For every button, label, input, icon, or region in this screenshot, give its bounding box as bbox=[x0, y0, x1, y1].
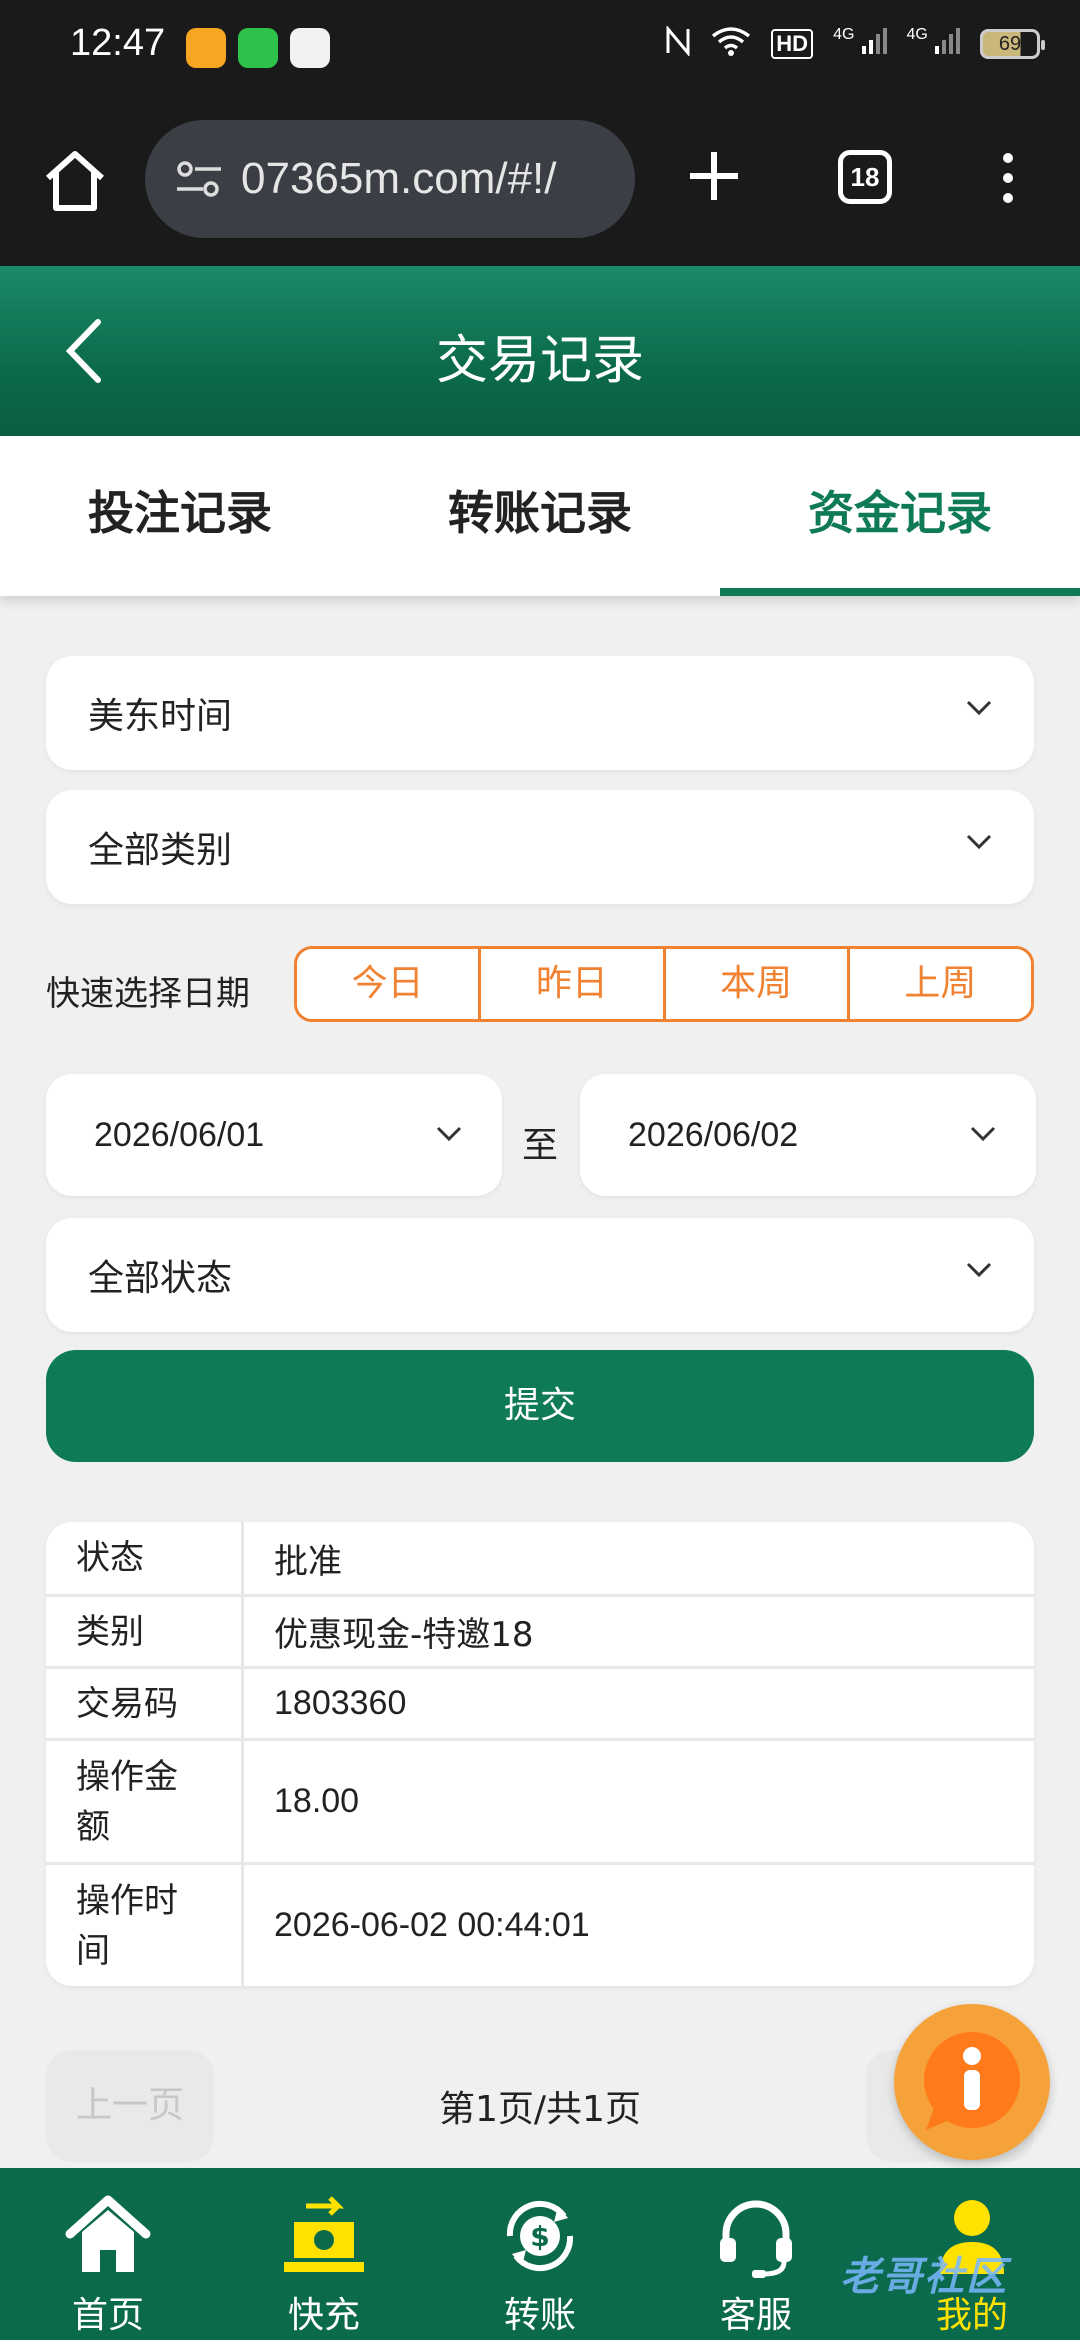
nav-customer-service-label: 客服 bbox=[719, 2295, 792, 2336]
record-value-amount: 18.00 bbox=[274, 1782, 360, 1820]
chevron-down-icon bbox=[966, 1262, 992, 1278]
status-select[interactable]: 全部状态 bbox=[46, 1218, 1034, 1332]
date-from-select[interactable]: 2026/06/01 bbox=[46, 1074, 502, 1196]
page-title: 交易记录 bbox=[435, 331, 644, 391]
tab-switcher-button[interactable]: 18 bbox=[838, 150, 892, 204]
record-value-time: 2026-06-02 00:44:01 bbox=[274, 1906, 590, 1944]
date-to-select[interactable]: 2026/06/02 bbox=[580, 1074, 1036, 1196]
status-value: 全部状态 bbox=[88, 1258, 233, 1299]
table-row: 类别 优惠现金-特邀18 bbox=[46, 1594, 1034, 1666]
record-value-status: 批准 bbox=[274, 1541, 342, 1582]
record-value-category: 优惠现金-特邀18 bbox=[274, 1615, 534, 1655]
table-row: 状态 批准 bbox=[46, 1522, 1034, 1594]
tab-bet-records[interactable]: 投注记录 bbox=[0, 436, 360, 596]
maps-app-icon bbox=[290, 28, 330, 68]
transfer-icon: $ bbox=[506, 2200, 574, 2272]
network-type-2: 4G bbox=[906, 26, 928, 43]
chevron-down-icon bbox=[436, 1126, 462, 1142]
home-outline-icon bbox=[46, 151, 104, 211]
nfc-icon bbox=[665, 24, 691, 62]
page-header: 交易记录 bbox=[0, 266, 1080, 436]
messages-app-icon bbox=[238, 28, 278, 68]
nav-quick-recharge-label: 快充 bbox=[287, 2295, 360, 2336]
home-icon bbox=[65, 2195, 151, 2272]
headset-icon bbox=[720, 2200, 792, 2278]
site-settings-icon bbox=[177, 161, 221, 197]
record-key-amount: 操作金额 bbox=[46, 1741, 244, 1862]
quick-date-last-week[interactable]: 上周 bbox=[850, 949, 1031, 1019]
info-chat-icon bbox=[924, 2032, 1020, 2130]
record-key-time: 操作时间 bbox=[46, 1865, 244, 1986]
url-text: 07365m.com/#!/ bbox=[241, 154, 557, 203]
chevron-down-icon bbox=[966, 834, 992, 850]
table-row: 操作时间 2026-06-02 00:44:01 bbox=[46, 1862, 1034, 1986]
record-value-transaction-code: 1803360 bbox=[274, 1684, 407, 1722]
browser-home-button[interactable] bbox=[40, 146, 110, 216]
quick-recharge-icon bbox=[284, 2196, 364, 2272]
category-select[interactable]: 全部类别 bbox=[46, 790, 1034, 904]
new-tab-button[interactable] bbox=[684, 146, 744, 206]
tab-fund-records[interactable]: 资金记录 bbox=[720, 436, 1080, 596]
record-key-status: 状态 bbox=[46, 1522, 244, 1594]
timezone-value: 美东时间 bbox=[88, 696, 233, 737]
svg-text:$: $ bbox=[530, 2220, 549, 2253]
record-tabs: 投注记录 转账记录 资金记录 bbox=[0, 436, 1080, 596]
date-to-value: 2026/06/02 bbox=[628, 1115, 799, 1154]
quick-date-this-week[interactable]: 本周 bbox=[666, 949, 850, 1019]
category-value: 全部类别 bbox=[88, 830, 233, 871]
table-row: 操作金额 18.00 bbox=[46, 1738, 1034, 1862]
chevron-down-icon bbox=[970, 1126, 996, 1142]
quick-date-today[interactable]: 今日 bbox=[297, 949, 482, 1019]
table-row: 交易码 1803360 bbox=[46, 1666, 1034, 1738]
floating-info-button[interactable] bbox=[894, 2004, 1050, 2160]
fund-record-card: 状态 批准 类别 优惠现金-特邀18 交易码 1803360 操作金额 18.0… bbox=[46, 1522, 1034, 1986]
weibo-app-icon bbox=[186, 28, 226, 68]
watermark-logo: 老哥社区 bbox=[840, 2254, 1008, 2300]
network-type-1: 4G bbox=[833, 26, 855, 43]
nav-home[interactable]: 首页 bbox=[0, 2168, 216, 2340]
signal-icon-1: 4G bbox=[833, 26, 887, 62]
url-bar[interactable]: 07365m.com/#!/ bbox=[145, 120, 635, 238]
record-key-category: 类别 bbox=[46, 1597, 244, 1666]
record-key-transaction-code: 交易码 bbox=[46, 1669, 244, 1738]
nav-transfer[interactable]: $ 转账 bbox=[432, 2168, 648, 2340]
browser-toolbar: 07365m.com/#!/ 18 bbox=[0, 96, 1080, 266]
nav-customer-service[interactable]: 客服 bbox=[648, 2168, 864, 2340]
quick-date-buttons: 今日 昨日 本周 上周 bbox=[294, 946, 1034, 1022]
submit-button[interactable]: 提交 bbox=[46, 1350, 1034, 1462]
nav-quick-recharge[interactable]: 快充 bbox=[216, 2168, 432, 2340]
nav-transfer-label: 转账 bbox=[503, 2295, 576, 2336]
more-vertical-icon bbox=[1003, 153, 1013, 203]
quick-date-label: 快速选择日期 bbox=[46, 974, 250, 1014]
hd-icon: HD bbox=[771, 29, 814, 59]
date-from-value: 2026/06/01 bbox=[94, 1115, 265, 1154]
signal-icon-2: 4G bbox=[907, 26, 960, 62]
timezone-select[interactable]: 美东时间 bbox=[46, 656, 1034, 770]
status-bar: 12:47 HD 4G 4G 69 bbox=[0, 0, 1080, 96]
quick-date-yesterday[interactable]: 昨日 bbox=[481, 949, 666, 1019]
battery-icon: 69 bbox=[980, 29, 1045, 59]
chevron-down-icon bbox=[966, 700, 992, 716]
battery-level: 69 bbox=[998, 32, 1022, 55]
date-range-to-label: 至 bbox=[522, 1125, 559, 1166]
wifi-icon bbox=[711, 26, 751, 62]
browser-menu-button[interactable] bbox=[996, 148, 1020, 208]
nav-home-label: 首页 bbox=[71, 2295, 144, 2336]
status-indicators: HD 4G 4G 69 bbox=[665, 24, 1045, 62]
status-time: 12:47 bbox=[70, 22, 166, 64]
plus-icon bbox=[690, 152, 738, 200]
tab-transfer-records[interactable]: 转账记录 bbox=[360, 436, 720, 596]
